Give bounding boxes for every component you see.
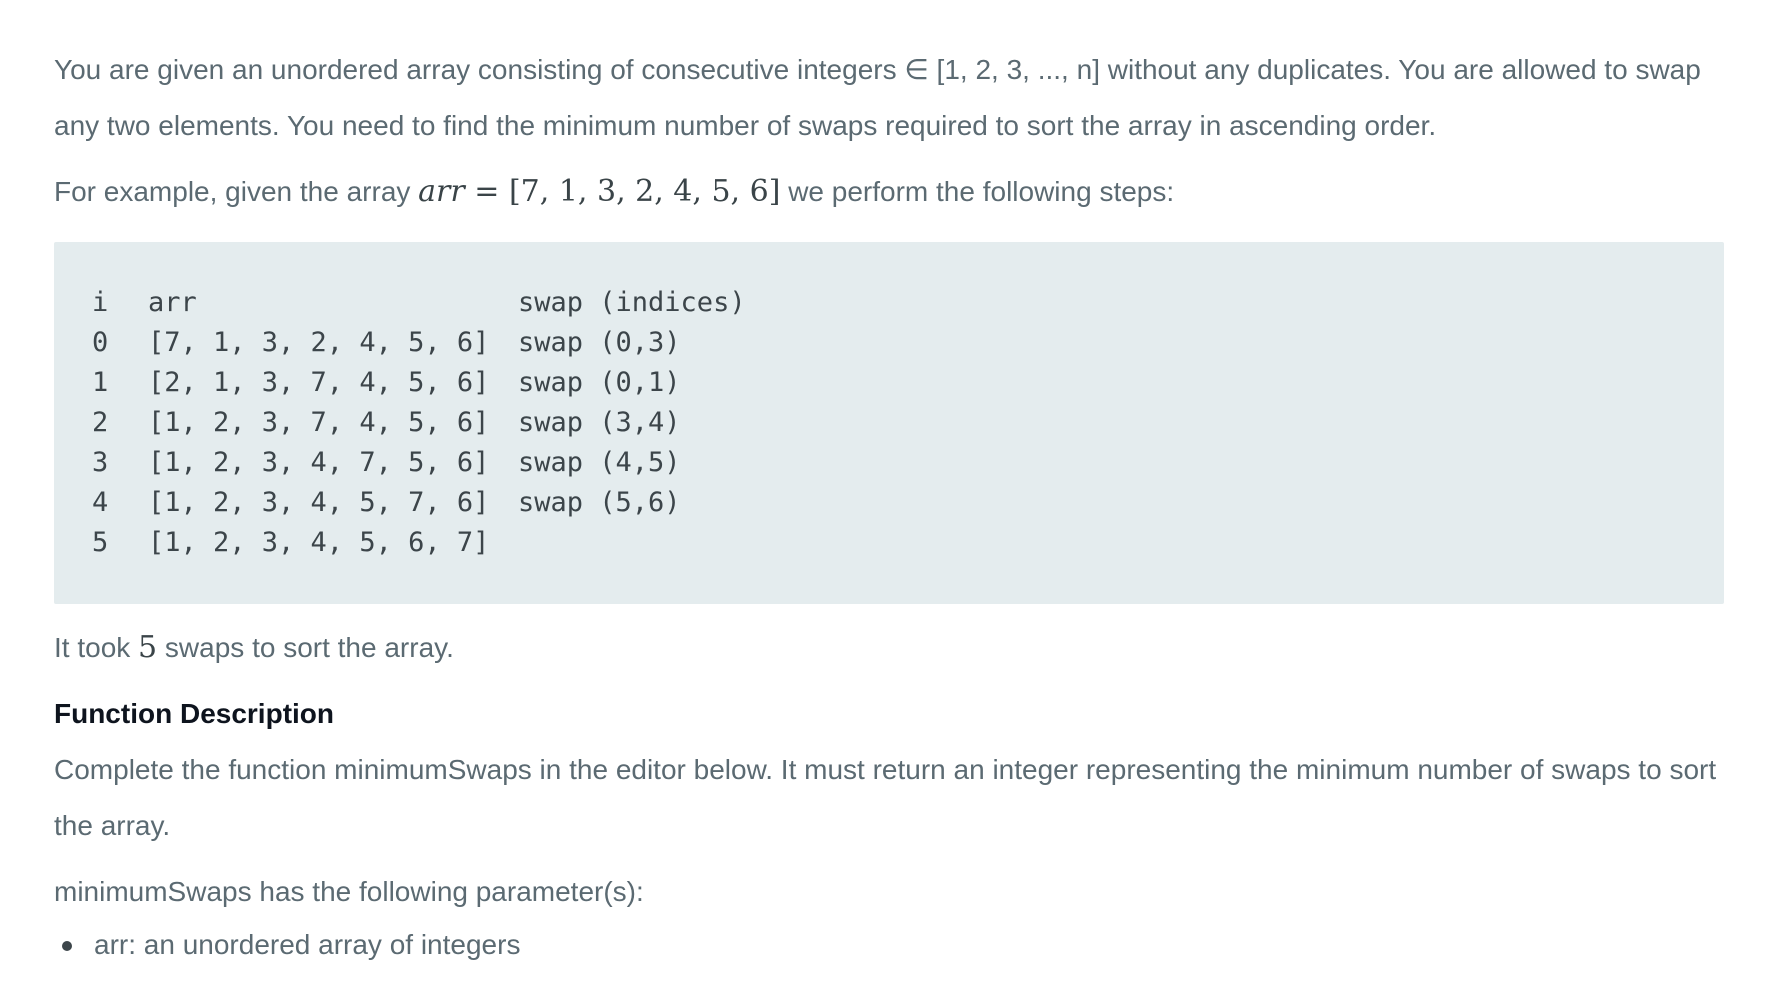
row-index: 3 bbox=[92, 446, 109, 478]
parameters-intro: minimumSwaps has the following parameter… bbox=[54, 876, 644, 907]
row-array: [2, 1, 3, 7, 4, 5, 6] bbox=[148, 366, 490, 398]
function-description-paragraph: Complete the function minimumSwaps in th… bbox=[54, 754, 1717, 841]
table-row: 5 [1, 2, 3, 4, 5, 6, 7] bbox=[92, 522, 746, 562]
row-array: [7, 1, 3, 2, 4, 5, 6] bbox=[148, 326, 490, 358]
row-index: 2 bbox=[92, 406, 109, 438]
row-swap: swap (3,4) bbox=[518, 406, 681, 438]
table-header-row: i arr swap (indices) bbox=[92, 282, 746, 322]
row-swap: swap (0,1) bbox=[518, 366, 681, 398]
table-row: 3 [1, 2, 3, 4, 7, 5, 6] swap (4,5) bbox=[92, 442, 746, 482]
table-row: 2 [1, 2, 3, 7, 4, 5, 6] swap (3,4) bbox=[92, 402, 746, 442]
row-swap: swap (0,3) bbox=[518, 326, 681, 358]
code-block: i arr swap (indices) 0 [7, 1, 3, 2, 4, 5… bbox=[54, 242, 1724, 604]
result-lead-text: It took bbox=[54, 632, 139, 663]
table-row: 4 [1, 2, 3, 4, 5, 7, 6] swap (5,6) bbox=[92, 482, 746, 522]
row-swap bbox=[518, 522, 746, 562]
example-paragraph: For example, given the array arr = [7, 1… bbox=[54, 164, 1724, 220]
math-array-value: [7, 1, 3, 2, 4, 5, 6] bbox=[508, 174, 781, 209]
row-array: [1, 2, 3, 4, 5, 7, 6] bbox=[148, 486, 490, 518]
result-paragraph: It took 5 swaps to sort the array. bbox=[54, 620, 1724, 676]
bullet-icon bbox=[62, 941, 72, 951]
row-index: 5 bbox=[92, 526, 109, 558]
row-index: 4 bbox=[92, 486, 109, 518]
header-i: i bbox=[92, 286, 109, 318]
swap-steps-table: i arr swap (indices) 0 [7, 1, 3, 2, 4, 5… bbox=[92, 282, 746, 562]
row-array: [1, 2, 3, 4, 5, 6, 7] bbox=[148, 526, 490, 558]
table-row: 1 [2, 1, 3, 7, 4, 5, 6] swap (0,1) bbox=[92, 362, 746, 402]
header-swap: swap (indices) bbox=[518, 286, 746, 318]
math-equals: = bbox=[464, 174, 509, 209]
problem-statement: You are given an unordered array consist… bbox=[54, 42, 1724, 970]
header-arr: arr bbox=[148, 286, 197, 318]
result-count: 5 bbox=[138, 630, 158, 665]
intro-paragraph: You are given an unordered array consist… bbox=[54, 54, 1701, 141]
row-swap: swap (5,6) bbox=[518, 486, 681, 518]
example-math: arr = [7, 1, 3, 2, 4, 5, 6] bbox=[418, 174, 780, 209]
math-variable: arr bbox=[418, 174, 465, 209]
row-array: [1, 2, 3, 4, 7, 5, 6] bbox=[148, 446, 490, 478]
table-row: 0 [7, 1, 3, 2, 4, 5, 6] swap (0,3) bbox=[92, 322, 746, 362]
example-lead-text: For example, given the array bbox=[54, 176, 411, 207]
list-item: arr: an unordered array of integers bbox=[54, 920, 1724, 970]
row-index: 0 bbox=[92, 326, 109, 358]
parameters-list: arr: an unordered array of integers bbox=[54, 920, 1724, 970]
row-swap: swap (4,5) bbox=[518, 446, 681, 478]
row-index: 1 bbox=[92, 366, 109, 398]
parameter-text: arr: an unordered array of integers bbox=[94, 929, 521, 960]
function-description-heading: Function Description bbox=[54, 698, 334, 729]
row-array: [1, 2, 3, 7, 4, 5, 6] bbox=[148, 406, 490, 438]
example-tail-text: we perform the following steps: bbox=[780, 176, 1175, 207]
result-tail-text: swaps to sort the array. bbox=[157, 632, 454, 663]
